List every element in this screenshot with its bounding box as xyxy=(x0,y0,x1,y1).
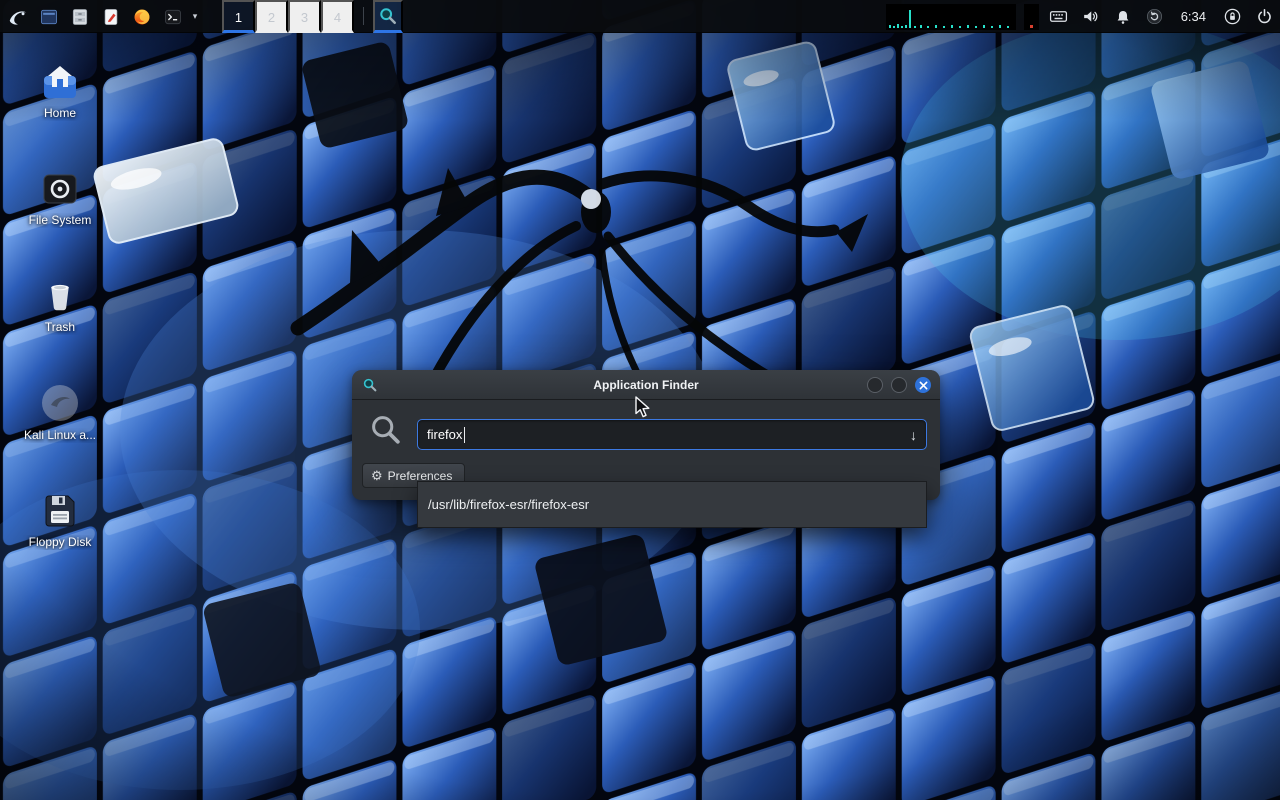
tasklist-application-finder[interactable] xyxy=(373,0,403,33)
completion-item[interactable]: /usr/lib/firefox-esr/firefox-esr xyxy=(418,489,926,519)
keyboard-icon xyxy=(1049,7,1068,26)
speaker-icon xyxy=(1081,7,1100,26)
clock[interactable]: 6:34 xyxy=(1181,9,1206,24)
kali-logo-icon xyxy=(7,6,29,28)
desktop-icon-file-system[interactable]: File System xyxy=(8,165,112,228)
launcher-terminal[interactable] xyxy=(157,0,188,33)
close-button[interactable] xyxy=(915,377,931,393)
workspace-4[interactable]: 4 xyxy=(321,0,354,33)
terminal-dropdown-chevron[interactable]: ▾ xyxy=(188,0,202,33)
panel-separator xyxy=(363,7,364,25)
launcher-text-editor[interactable] xyxy=(95,0,126,33)
workspace-2[interactable]: 2 xyxy=(255,0,288,33)
firefox-icon xyxy=(132,7,152,27)
desktop: ▾ 1 2 3 4 xyxy=(0,0,1280,800)
tray-volume-button[interactable] xyxy=(1079,0,1103,33)
panel-left-cluster: ▾ 1 2 3 4 xyxy=(0,0,403,32)
application-finder-window: Application Finder xyxy=(352,370,940,500)
terminal-icon xyxy=(163,7,183,27)
bell-icon xyxy=(1114,8,1132,26)
completion-popup: /usr/lib/firefox-esr/firefox-esr xyxy=(417,481,927,528)
search-input-value: firefox xyxy=(427,427,462,442)
launcher-firefox[interactable] xyxy=(126,0,157,33)
search-icon xyxy=(369,413,403,452)
tray-keyboard-button[interactable] xyxy=(1047,0,1071,33)
launcher-show-desktop[interactable] xyxy=(33,0,64,33)
close-icon xyxy=(919,378,928,393)
desktop-icon-floppy-disk[interactable]: Floppy Disk xyxy=(8,487,112,550)
sync-circle-icon xyxy=(1145,7,1164,26)
tray-notifications-button[interactable] xyxy=(1111,0,1135,33)
workspace-3[interactable]: 3 xyxy=(288,0,321,33)
search-input[interactable]: firefox ↓ xyxy=(417,419,927,450)
home-folder-icon xyxy=(8,58,112,102)
text-caret xyxy=(464,427,465,443)
chevron-down-icon: ▾ xyxy=(193,11,198,22)
gear-icon: ⚙ xyxy=(371,468,383,484)
dropdown-arrow-icon[interactable]: ↓ xyxy=(910,426,917,444)
window-title: Application Finder xyxy=(352,378,940,392)
launcher-file-manager[interactable] xyxy=(64,0,95,33)
mini-monitor-widget[interactable] xyxy=(1024,4,1039,30)
workspace-switcher: 1 2 3 4 xyxy=(222,0,354,32)
application-finder-icon xyxy=(362,377,378,398)
desktop-icon-label: Kali Linux a... xyxy=(8,428,112,443)
power-icon xyxy=(1255,7,1274,26)
desktop-icon-label: File System xyxy=(8,213,112,228)
file-cabinet-icon xyxy=(70,7,90,27)
cpu-graph-widget[interactable] xyxy=(886,4,1016,30)
floppy-disk-icon xyxy=(8,487,112,531)
document-pen-icon xyxy=(101,7,121,27)
top-panel: ▾ 1 2 3 4 xyxy=(0,0,1280,33)
maximize-button[interactable] xyxy=(891,377,907,393)
trash-icon xyxy=(8,272,112,316)
window-icon xyxy=(39,7,59,27)
desktop-icon-trash[interactable]: Trash xyxy=(8,272,112,335)
tray-power-button[interactable] xyxy=(1252,0,1276,33)
workspace-1[interactable]: 1 xyxy=(222,0,255,33)
tray-lock-button[interactable] xyxy=(1220,0,1244,33)
desktop-icon-kali-linux[interactable]: Kali Linux a... xyxy=(8,380,112,443)
desktop-icon-label: Home xyxy=(8,106,112,121)
minimize-button[interactable] xyxy=(867,377,883,393)
desktop-icon-home[interactable]: Home xyxy=(8,58,112,121)
kali-disc-icon xyxy=(8,380,112,424)
tray-updates-button[interactable] xyxy=(1143,0,1167,33)
desktop-icon-label: Trash xyxy=(8,320,112,335)
applications-menu-button[interactable] xyxy=(2,0,33,33)
mouse-cursor xyxy=(634,396,654,424)
lock-icon xyxy=(1223,7,1242,26)
hard-disk-icon xyxy=(8,165,112,209)
panel-right-cluster: 6:34 xyxy=(886,0,1276,33)
desktop-icon-label: Floppy Disk xyxy=(8,535,112,550)
magnifier-icon xyxy=(378,6,398,29)
